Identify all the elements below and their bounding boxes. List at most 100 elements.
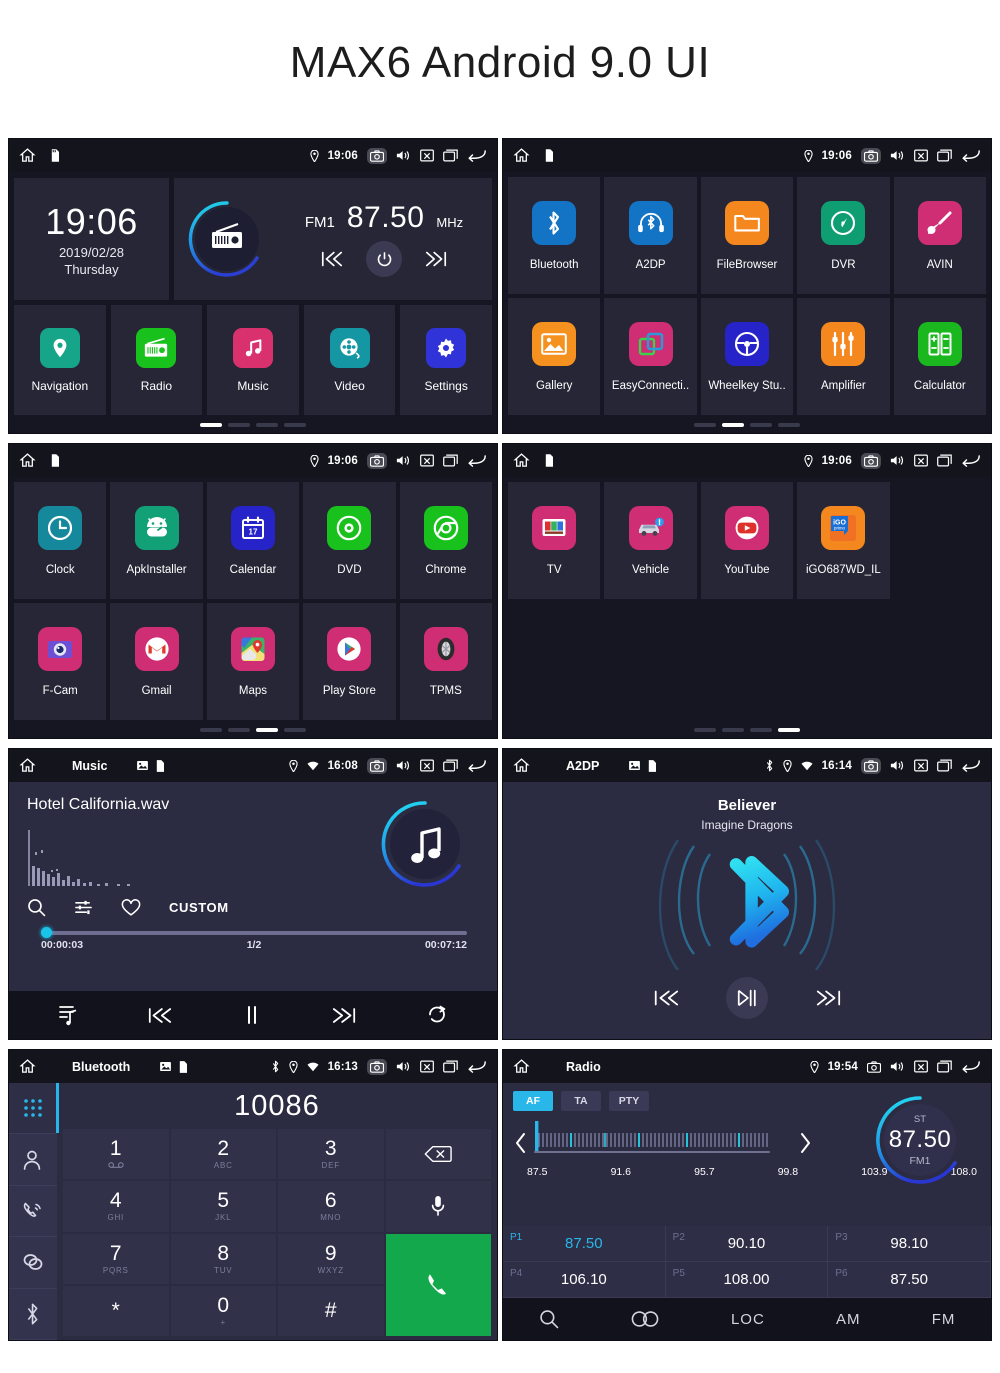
screenshot-icon[interactable] [861,452,881,469]
ta-button[interactable]: TA [561,1091,601,1111]
sidebar-item-call-history[interactable] [9,1186,57,1238]
previous-icon[interactable] [320,250,344,268]
app-tile-apkinstaller[interactable]: ApkInstaller [110,482,203,599]
sidebar-item-sync[interactable] [9,1237,57,1289]
fm-button[interactable]: FM [932,1311,956,1328]
sidebar-item-dialpad[interactable] [9,1083,59,1135]
playlist-icon[interactable] [58,1004,78,1026]
key-4[interactable]: 4 GHI [63,1181,169,1232]
voice-dial-button[interactable] [385,1181,491,1232]
app-tile-maps[interactable]: Maps [206,603,300,720]
close-icon[interactable] [420,149,434,162]
key-1[interactable]: 1 [63,1129,169,1180]
previous-icon[interactable] [652,988,680,1008]
heart-icon[interactable] [121,898,141,917]
volume-icon[interactable] [890,454,905,467]
next-icon[interactable] [814,988,842,1008]
recents-icon[interactable] [937,454,952,467]
page-dot[interactable] [200,728,222,732]
page-dot[interactable] [228,423,250,427]
app-tile-avin[interactable]: AVIN [893,177,986,294]
close-icon[interactable] [914,454,928,467]
key-8[interactable]: 8 TUV [170,1233,276,1284]
recents-icon[interactable] [443,149,458,162]
screenshot-icon[interactable] [367,452,387,469]
volume-icon[interactable] [890,149,905,162]
close-icon[interactable] [420,759,434,772]
back-icon[interactable] [467,1060,487,1073]
screenshot-icon[interactable] [861,757,881,774]
recents-icon[interactable] [443,1060,458,1073]
app-tile-settings[interactable]: Settings [400,305,492,415]
tune-down-icon[interactable] [513,1132,529,1154]
volume-icon[interactable] [890,1060,905,1073]
home-icon[interactable] [513,452,530,469]
recents-icon[interactable] [937,1060,952,1073]
preset-p2[interactable]: P2 90.10 [665,1226,829,1262]
repeat-icon[interactable] [426,1005,448,1025]
back-icon[interactable] [467,759,487,772]
screenshot-icon[interactable] [367,147,387,164]
preset-p6[interactable]: P6 87.50 [828,1262,991,1298]
page-dot[interactable] [722,423,744,427]
app-tile-gmail[interactable]: Gmail [110,603,203,720]
page-dot[interactable] [694,423,716,427]
app-tile-clock[interactable]: Clock [14,482,107,599]
home-icon[interactable] [513,147,530,164]
pause-icon[interactable] [243,1005,261,1025]
screenshot-icon[interactable] [367,757,387,774]
volume-icon[interactable] [396,149,411,162]
app-tile-playstore[interactable]: Play Store [303,603,396,720]
back-icon[interactable] [961,454,981,467]
volume-icon[interactable] [396,1060,411,1073]
app-tile-radio[interactable]: Radio [110,305,203,415]
close-icon[interactable] [914,149,928,162]
app-tile-dvr[interactable]: DVR [797,177,890,294]
app-tile-filebrowser[interactable]: FileBrowser [700,177,794,294]
page-dot[interactable] [256,728,278,732]
next-icon[interactable] [331,1006,357,1025]
app-tile-fcam[interactable]: F-Cam [14,603,107,720]
sidebar-item-bluetooth[interactable] [9,1289,57,1340]
app-tile-tpms[interactable]: TPMS [399,603,492,720]
tune-up-icon[interactable] [797,1132,813,1154]
radio-widget[interactable]: FM1 87.50 MHz [174,178,492,300]
app-tile-vehicle[interactable]: Vehicle [604,482,697,599]
seek-knob[interactable] [41,927,52,938]
key-2[interactable]: 2 ABC [170,1129,276,1180]
app-tile-calculator[interactable]: Calculator [893,298,986,415]
tuner-scale[interactable] [533,1121,793,1164]
recents-icon[interactable] [443,759,458,772]
equalizer-icon[interactable] [74,899,93,916]
screenshot-icon[interactable] [367,1058,387,1075]
home-icon[interactable] [19,757,36,774]
next-icon[interactable] [424,250,448,268]
page-dot[interactable] [694,728,716,732]
key-hash[interactable]: # [278,1285,384,1336]
preset-p1[interactable]: P1 87.50 [503,1226,666,1262]
key-star[interactable]: * [63,1285,169,1336]
volume-icon[interactable] [396,759,411,772]
close-icon[interactable] [420,1060,434,1073]
page-dot[interactable] [722,728,744,732]
recents-icon[interactable] [937,149,952,162]
key-9[interactable]: 9 WXYZ [278,1233,384,1284]
page-dot[interactable] [284,728,306,732]
search-icon[interactable] [539,1309,559,1329]
app-tile-wheelkey[interactable]: Wheelkey Stu.. [700,298,794,415]
preset-p3[interactable]: P3 98.10 [828,1226,991,1262]
close-icon[interactable] [914,759,928,772]
close-icon[interactable] [420,454,434,467]
back-icon[interactable] [961,1060,981,1073]
key-6[interactable]: 6 MNO [278,1181,384,1232]
key-0[interactable]: 0 + [170,1285,276,1336]
home-icon[interactable] [19,147,36,164]
home-icon[interactable] [513,757,530,774]
af-button[interactable]: AF [513,1091,553,1111]
previous-icon[interactable] [147,1006,173,1025]
app-tile-navigation[interactable]: Navigation [14,305,106,415]
back-icon[interactable] [467,149,487,162]
app-tile-bluetooth[interactable]: Bluetooth [508,177,601,294]
loc-button[interactable]: LOC [731,1311,765,1328]
page-dot[interactable] [778,423,800,427]
